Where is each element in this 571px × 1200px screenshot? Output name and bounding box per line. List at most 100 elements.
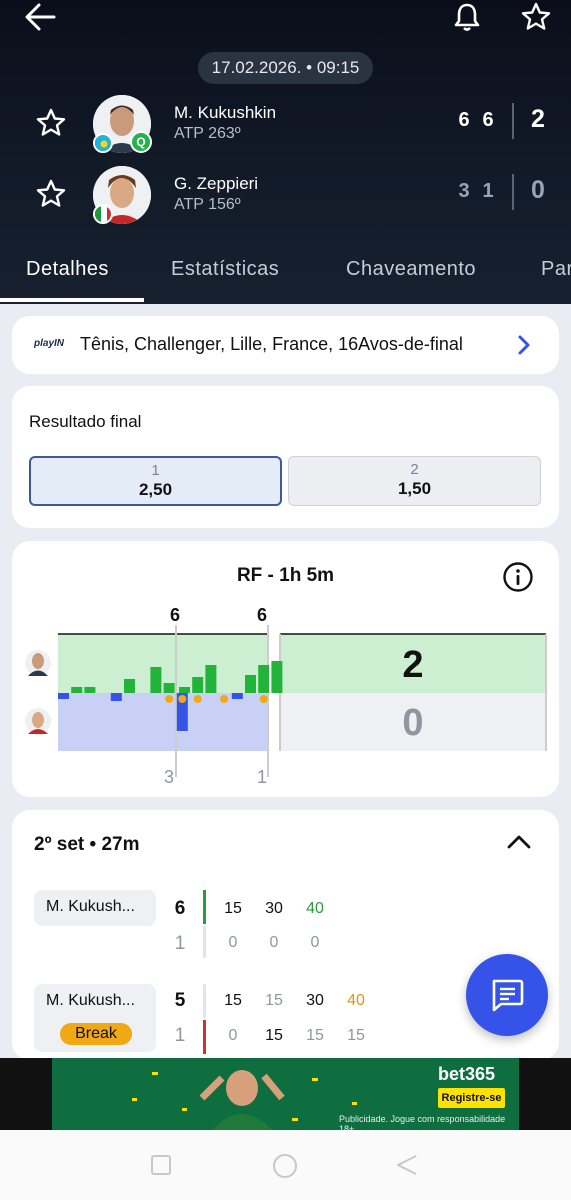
break-marker-icon xyxy=(165,695,174,703)
player-star-icon[interactable] xyxy=(36,108,68,140)
recent-apps-icon[interactable] xyxy=(150,1154,172,1181)
competition-card[interactable]: playIN Tênis, Challenger, Lille, France,… xyxy=(12,316,559,374)
set-score: 6 xyxy=(458,109,470,131)
playin-logo: playIN xyxy=(34,338,65,349)
momentum-bar-set1-4 xyxy=(110,693,122,701)
game-score-bottom: 1 xyxy=(174,1025,186,1046)
ad-register-button[interactable]: Registre-se xyxy=(438,1088,505,1108)
point: 0 xyxy=(228,1027,238,1044)
momentum-score-bottom: 0 xyxy=(402,702,423,744)
total-score: 0 xyxy=(531,176,545,204)
back-nav-icon[interactable] xyxy=(396,1154,418,1181)
break-marker-icon xyxy=(193,695,202,703)
odds-label: 2 xyxy=(410,461,419,478)
p1-area xyxy=(58,634,268,693)
point: 0 xyxy=(228,934,238,951)
set-score: 3 xyxy=(458,180,470,202)
player-row-1[interactable]: Q M. Kukushkin ATP 263º 6 6 2 xyxy=(0,95,571,159)
breaker-bar xyxy=(203,1020,206,1054)
tab-statistics[interactable]: Estatísticas xyxy=(171,258,279,281)
chat-icon xyxy=(492,979,524,1012)
tab-details[interactable]: Detalhes xyxy=(26,258,109,281)
game-score-top: 6 xyxy=(174,898,186,919)
p2-area xyxy=(58,693,268,751)
player-star-icon[interactable] xyxy=(36,179,68,211)
odds-value: 1,50 xyxy=(397,479,432,498)
point: 15 xyxy=(265,1027,283,1044)
match-date-time: 17.02.2026. • 09:15 xyxy=(198,52,373,84)
back-arrow-icon[interactable] xyxy=(22,0,58,34)
point: 40 xyxy=(306,900,324,917)
odds-label: 1 xyxy=(151,462,160,479)
point: 15 xyxy=(224,992,242,1009)
point: 40 xyxy=(347,992,365,1009)
ad-banner[interactable]: bet365 Registre-se Publicidade. Jogue co… xyxy=(0,1058,571,1130)
momentum-bar-set1-1 xyxy=(71,687,83,693)
momentum-bar-set2-7 xyxy=(271,661,283,693)
momentum-card: RF - 1h 5m 6 6 3 1 2 0 xyxy=(12,541,559,797)
game-server-name: M. Kukush... xyxy=(34,890,156,926)
momentum-title: RF - 1h 5m xyxy=(236,565,335,586)
set1-top-score: 6 xyxy=(170,605,180,625)
p1-mini-avatar xyxy=(25,650,51,676)
ad-brand: bet365 xyxy=(438,1064,496,1084)
momentum-bar-set1-7 xyxy=(150,667,162,693)
point: 0 xyxy=(310,934,320,951)
score-divider xyxy=(512,103,514,139)
point: 0 xyxy=(269,934,279,951)
odds-option-2[interactable]: 2 1,50 xyxy=(288,456,541,506)
point: 30 xyxy=(265,900,283,917)
ad-image[interactable]: bet365 Registre-se Publicidade. Jogue co… xyxy=(52,1058,519,1130)
player-rank: ATP 263º xyxy=(174,125,241,142)
odds-value: 2,50 xyxy=(138,480,173,499)
ad-disclaimer: Publicidade. Jogue com responsabilidade … xyxy=(339,1114,506,1130)
tab-active-indicator xyxy=(0,298,144,302)
tab-bracket[interactable]: Chaveamento xyxy=(346,258,476,281)
favorite-star-icon[interactable] xyxy=(518,0,554,34)
momentum-bar-set2-2 xyxy=(205,665,217,693)
momentum-graph: 6 6 3 1 2 0 xyxy=(25,605,547,787)
momentum-bar-set2-5 xyxy=(245,675,256,693)
kazakhstan-flag-icon xyxy=(93,133,113,153)
game-score-bottom: 1 xyxy=(174,933,186,954)
p2-mini-avatar xyxy=(25,708,51,734)
momentum-bar-set1-0 xyxy=(58,693,69,699)
momentum-bar-set2-0 xyxy=(179,687,190,693)
competition-text: Tênis, Challenger, Lille, France, 16Avos… xyxy=(80,334,463,354)
point: 15 xyxy=(306,1027,324,1044)
server-bar xyxy=(203,984,206,1018)
home-icon[interactable] xyxy=(271,1152,299,1185)
system-nav-bar xyxy=(0,1130,571,1200)
set2-top-score: 6 xyxy=(257,605,267,625)
bell-icon[interactable] xyxy=(450,0,484,34)
match-header: 17.02.2026. • 09:15 Q M. Kukushkin ATP 2… xyxy=(0,0,571,304)
winner-bar xyxy=(203,890,206,924)
chat-button[interactable] xyxy=(466,954,548,1036)
player-name: G. Zeppieri xyxy=(174,174,259,193)
point: 15 xyxy=(224,900,242,917)
momentum-bar-set1-2 xyxy=(84,687,96,693)
set-score: 6 xyxy=(482,109,494,131)
tab-bar: Detalhes Estatísticas Chaveamento Par xyxy=(0,248,571,304)
point: 30 xyxy=(306,992,324,1009)
odds-option-1[interactable]: 1 2,50 xyxy=(29,456,282,506)
momentum-score-top: 2 xyxy=(402,644,423,686)
player-name: M. Kukushkin xyxy=(174,103,277,122)
momentum-bar-set1-8 xyxy=(163,683,175,693)
break-marker-icon xyxy=(220,695,229,703)
game-score-top: 5 xyxy=(174,990,186,1011)
point: 15 xyxy=(347,1027,365,1044)
info-icon[interactable] xyxy=(502,561,534,593)
break-marker-icon xyxy=(178,695,187,703)
total-score: 2 xyxy=(531,105,545,133)
chevron-right-icon xyxy=(515,333,533,357)
player-rank: ATP 156º xyxy=(174,196,241,213)
chevron-up-icon[interactable] xyxy=(506,832,532,852)
odds-title: Resultado final xyxy=(29,412,142,431)
tab-partial[interactable]: Par xyxy=(541,258,571,281)
momentum-bar-set1-5 xyxy=(124,679,135,693)
odds-card: Resultado final 1 2,50 2 1,50 xyxy=(12,386,559,528)
player-row-2[interactable]: G. Zeppieri ATP 156º 3 1 0 xyxy=(0,166,571,230)
momentum-bar-set2-6 xyxy=(258,665,270,693)
qualifier-badge: Q xyxy=(130,131,152,153)
